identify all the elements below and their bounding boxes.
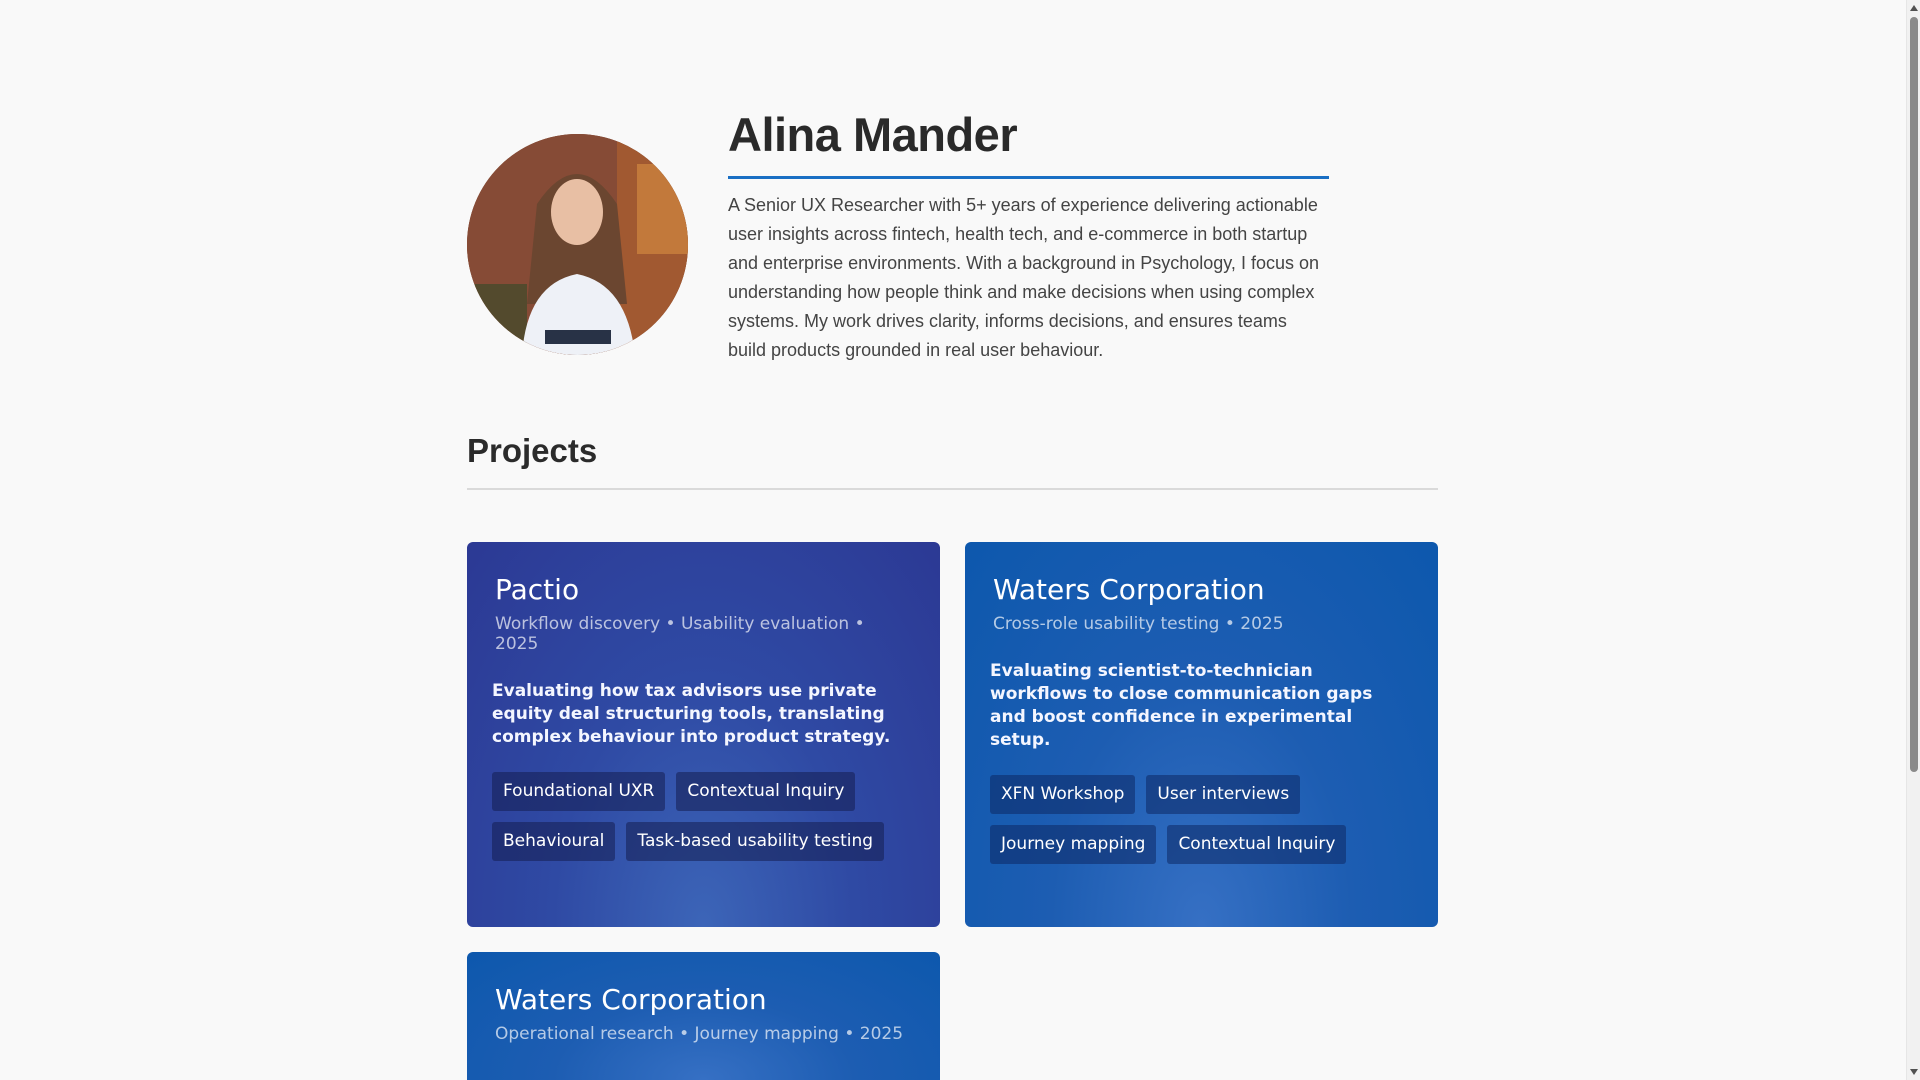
tag: User interviews <box>1146 775 1301 814</box>
hero-section: Alina Mander A Senior UX Researcher with… <box>467 0 1438 420</box>
project-card-waters-1[interactable]: Waters Corporation Cross-role usability … <box>965 542 1438 927</box>
project-meta: Workflow discovery • Usability evaluatio… <box>495 614 865 654</box>
project-title: Pactio <box>495 573 580 606</box>
tag: Foundational UXR <box>492 772 666 811</box>
project-description: Evaluating how tax advisors use private … <box>492 681 891 747</box>
tag: Behavioural <box>492 822 616 861</box>
project-title: Waters Corporation <box>495 983 767 1016</box>
tag: Journey mapping <box>990 825 1157 864</box>
scrollbar[interactable] <box>1906 0 1920 1080</box>
tag: Task-based usability testing <box>626 822 885 861</box>
project-card-pactio[interactable]: Pactio Workflow discovery • Usability ev… <box>467 542 940 927</box>
avatar <box>467 134 688 355</box>
intro: Alina Mander A Senior UX Researcher with… <box>728 106 1329 365</box>
project-title: Waters Corporation <box>993 573 1265 606</box>
scrollbar-thumb[interactable] <box>1910 17 1918 772</box>
project-tags: Foundational UXR Contextual Inquiry Beha… <box>492 772 912 861</box>
profile-bio: A Senior UX Researcher with 5+ years of … <box>728 195 1319 360</box>
tag: Contextual Inquiry <box>1167 825 1347 864</box>
project-meta: Cross-role usability testing • 2025 <box>993 614 1284 634</box>
project-card-waters-2[interactable]: Waters Corporation Operational research … <box>467 952 940 1080</box>
portfolio-page: Alina Mander A Senior UX Researcher with… <box>467 0 1438 1080</box>
profile-name: Alina Mander <box>728 106 1329 179</box>
projects-heading: Projects <box>467 432 1438 490</box>
project-meta: Operational research • Journey mapping •… <box>495 1024 904 1044</box>
tag: XFN Workshop <box>990 775 1136 814</box>
scroll-down-arrow-icon[interactable] <box>1910 1069 1918 1075</box>
project-tags: XFN Workshop User interviews Journey map… <box>990 775 1410 864</box>
profile-photo-icon <box>467 134 688 355</box>
tag: Contextual Inquiry <box>676 772 856 811</box>
scroll-up-arrow-icon[interactable] <box>1910 5 1918 11</box>
project-description: Evaluating scientist-to-technician workf… <box>990 661 1373 750</box>
